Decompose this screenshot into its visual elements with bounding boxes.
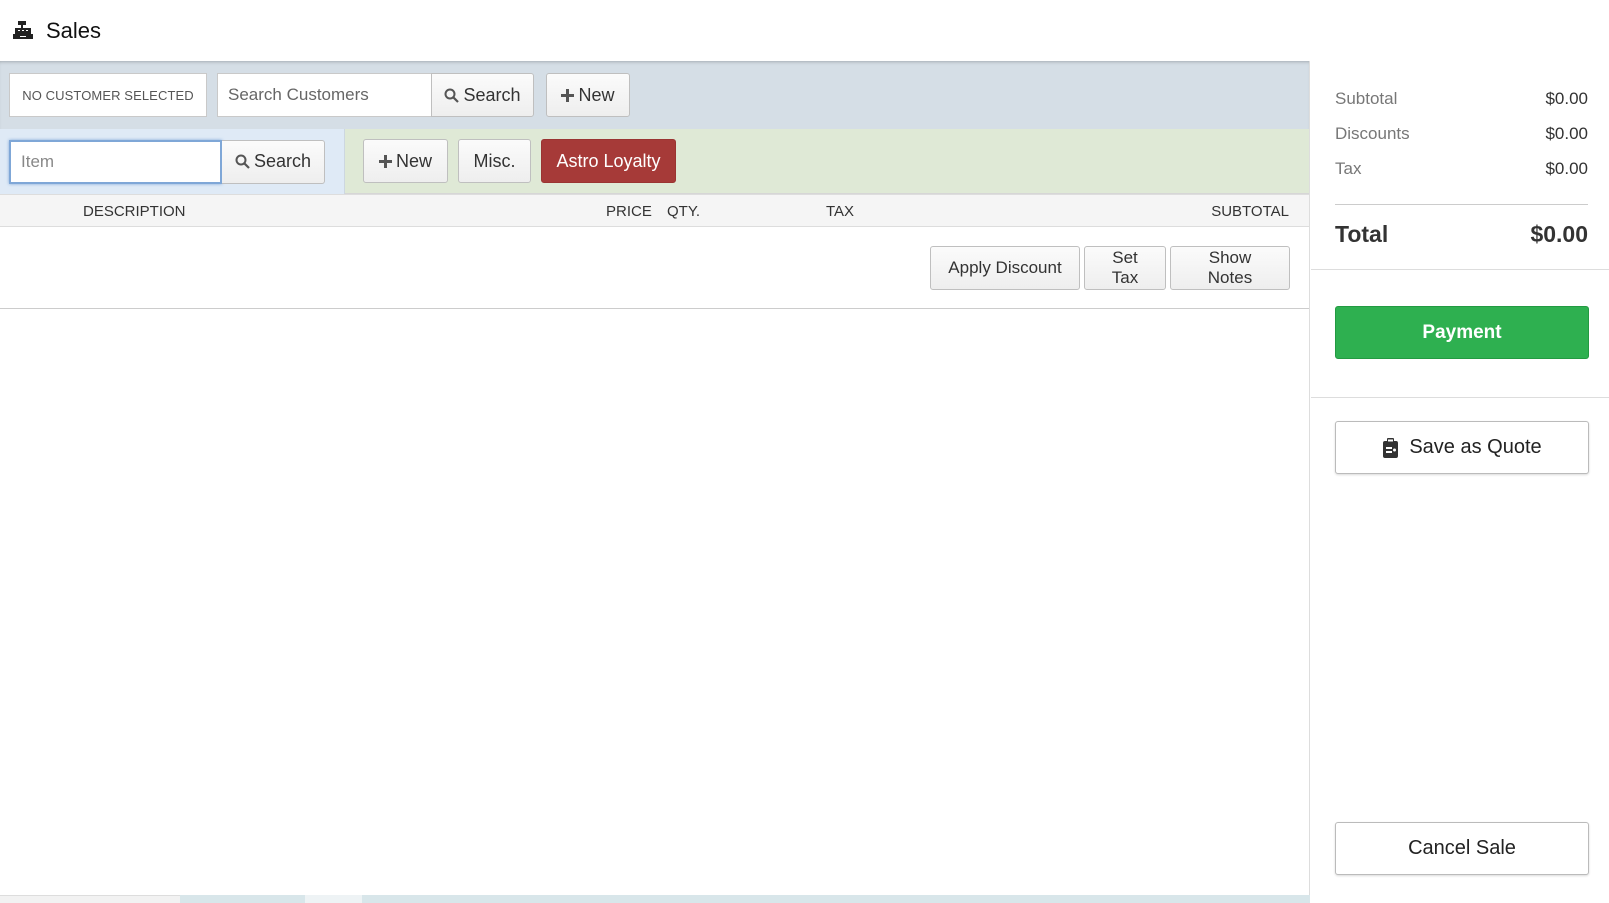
customer-search-group: Search <box>217 73 534 117</box>
item-bar: Search New Misc. Astro Loyalty <box>0 129 1309 194</box>
item-input[interactable] <box>9 139 222 184</box>
new-customer-label: New <box>578 84 615 105</box>
search-icon <box>235 154 250 169</box>
subtotal-label: Subtotal <box>1335 89 1398 108</box>
item-actions: New Misc. Astro Loyalty <box>345 129 1309 194</box>
astro-loyalty-button[interactable]: Astro Loyalty <box>541 139 676 183</box>
discounts-row: Discounts $0.00 <box>1335 124 1588 144</box>
plus-icon <box>378 154 392 168</box>
horizontal-scrollbar[interactable] <box>0 895 1310 903</box>
discounts-value: $0.00 <box>1545 124 1588 143</box>
top-header: Sales <box>0 0 1609 61</box>
item-search-group: Search <box>0 129 345 194</box>
customer-bar: NO CUSTOMER SELECTED Search New <box>0 61 1309 129</box>
save-as-quote-button[interactable]: Save as Quote <box>1335 421 1589 474</box>
summary-panel: Subtotal $0.00 Discounts $0.00 Tax $0.00… <box>1311 61 1609 903</box>
new-customer-button[interactable]: New <box>546 73 630 117</box>
sale-main-panel: NO CUSTOMER SELECTED Search New <box>0 61 1310 903</box>
save-as-quote-label: Save as Quote <box>1409 436 1542 458</box>
new-item-label: New <box>395 150 432 171</box>
tax-row: Tax $0.00 <box>1335 159 1588 179</box>
subtotal-value: $0.00 <box>1545 89 1588 108</box>
subtotal-row: Subtotal $0.00 <box>1335 89 1588 109</box>
summary-divider <box>1335 204 1588 205</box>
total-value: $0.00 <box>1530 221 1588 247</box>
set-tax-button[interactable]: Set Tax <box>1084 245 1166 290</box>
column-description: DESCRIPTION <box>83 203 186 220</box>
column-qty: QTY. <box>667 203 701 220</box>
discounts-label: Discounts <box>1335 124 1410 143</box>
tax-label: Tax <box>1335 159 1362 178</box>
show-notes-button[interactable]: Show Notes <box>1170 245 1290 290</box>
page-title: Sales <box>46 17 102 43</box>
cash-register-icon <box>12 20 34 42</box>
new-item-button[interactable]: New <box>363 139 448 183</box>
misc-button[interactable]: Misc. <box>458 139 531 183</box>
column-subtotal: SUBTOTAL <box>1211 203 1289 220</box>
customer-search-input[interactable] <box>217 73 431 117</box>
divider <box>1311 269 1609 270</box>
tax-value: $0.00 <box>1545 159 1588 178</box>
search-icon <box>444 88 460 103</box>
column-price: PRICE <box>606 203 652 220</box>
column-tax: TAX <box>826 203 855 220</box>
plus-icon <box>561 88 575 102</box>
customer-search-label: Search <box>463 84 521 105</box>
sale-actions-row: Apply Discount Set Tax Show Notes <box>0 227 1309 309</box>
line-items-header: DESCRIPTION PRICE QTY. TAX SUBTOTAL <box>0 194 1309 227</box>
payment-button[interactable]: Payment <box>1335 306 1589 359</box>
item-search-label: Search <box>253 151 312 171</box>
total-row: Total $0.00 <box>1335 221 1588 248</box>
divider <box>1311 397 1609 398</box>
item-search-button[interactable]: Search <box>222 139 325 184</box>
customer-search-button[interactable]: Search <box>431 73 534 117</box>
clipboard-icon <box>1382 437 1399 458</box>
total-label: Total <box>1335 221 1389 247</box>
customer-status: NO CUSTOMER SELECTED <box>9 73 207 117</box>
cancel-sale-button[interactable]: Cancel Sale <box>1335 822 1589 875</box>
apply-discount-button[interactable]: Apply Discount <box>930 245 1080 290</box>
